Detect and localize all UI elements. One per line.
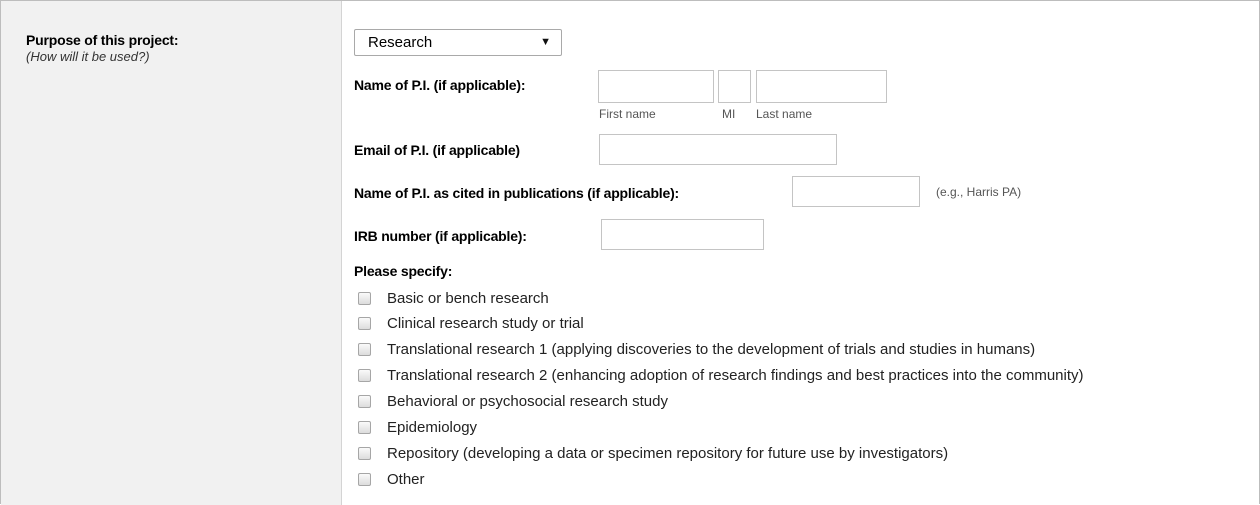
checkbox[interactable] xyxy=(358,317,371,330)
pi-email-input[interactable] xyxy=(599,134,837,165)
option-label: Other xyxy=(387,471,425,488)
pi-mi-input[interactable] xyxy=(718,70,751,103)
option-label: Translational research 2 (enhancing adop… xyxy=(387,367,1084,384)
pi-cited-example: (e.g., Harris PA) xyxy=(936,185,1022,199)
irb-number-input[interactable] xyxy=(601,219,764,250)
option-label: Behavioral or psychosocial research stud… xyxy=(387,393,668,410)
checkbox[interactable] xyxy=(358,447,371,460)
pi-cited-input[interactable] xyxy=(792,176,920,207)
last-name-caption: Last name xyxy=(756,107,813,121)
project-purpose-panel: Purpose of this project: (How will it be… xyxy=(0,0,1260,505)
purpose-select-value: Research xyxy=(368,34,433,51)
dropdown-arrow-icon: ▼ xyxy=(540,36,551,48)
option-label: Clinical research study or trial xyxy=(387,315,584,332)
option-label: Basic or bench research xyxy=(387,290,549,307)
checkbox[interactable] xyxy=(358,292,371,305)
pi-last-name-input[interactable] xyxy=(756,70,887,103)
pi-cited-label: Name of P.I. as cited in publications (i… xyxy=(354,185,680,201)
checkbox[interactable] xyxy=(358,343,371,356)
field-label-column: Purpose of this project: (How will it be… xyxy=(1,1,342,505)
option-label: Translational research 1 (applying disco… xyxy=(387,341,1036,358)
first-name-caption: First name xyxy=(599,107,656,121)
checkbox[interactable] xyxy=(358,369,371,382)
checkbox[interactable] xyxy=(358,421,371,434)
pi-name-label: Name of P.I. (if applicable): xyxy=(354,77,526,93)
purpose-select[interactable]: Research ▼ xyxy=(354,29,562,56)
purpose-label: Purpose of this project: xyxy=(26,32,179,48)
pi-email-label: Email of P.I. (if applicable) xyxy=(354,142,520,158)
pi-first-name-input[interactable] xyxy=(598,70,714,103)
purpose-hint: (How will it be used?) xyxy=(26,49,150,64)
option-label: Repository (developing a data or specime… xyxy=(387,445,949,462)
checkbox[interactable] xyxy=(358,473,371,486)
irb-label: IRB number (if applicable): xyxy=(354,228,527,244)
specify-label: Please specify: xyxy=(354,263,453,279)
mi-caption: MI xyxy=(722,107,736,121)
option-label: Epidemiology xyxy=(387,419,478,436)
checkbox[interactable] xyxy=(358,395,371,408)
